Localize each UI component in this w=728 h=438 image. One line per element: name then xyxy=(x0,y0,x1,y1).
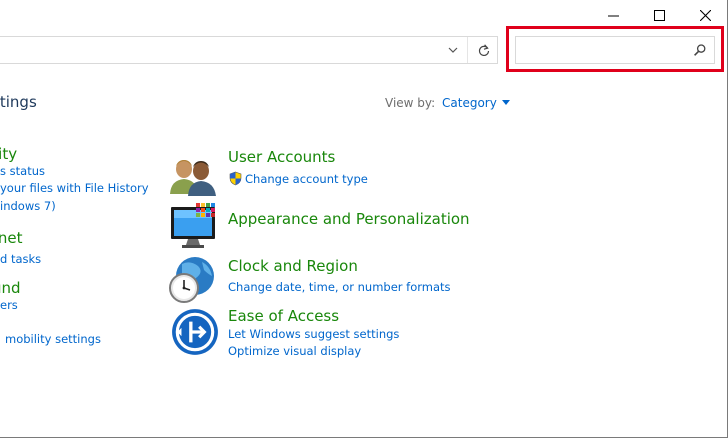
appearance-icon[interactable] xyxy=(170,202,220,252)
close-button[interactable] xyxy=(682,0,728,30)
address-divider xyxy=(467,37,468,63)
chevron-down-icon xyxy=(448,47,458,53)
title-bar xyxy=(0,0,727,30)
user-accounts-heading[interactable]: User Accounts xyxy=(228,148,335,166)
clock-region-heading[interactable]: Clock and Region xyxy=(228,257,358,275)
address-bar[interactable] xyxy=(0,36,498,64)
optimize-visual-display-link[interactable]: Optimize visual display xyxy=(228,344,361,358)
view-by-dropdown[interactable]: Category xyxy=(442,96,510,110)
close-icon xyxy=(699,9,711,21)
change-date-time-formats-link[interactable]: Change date, time, or number formats xyxy=(228,280,451,294)
address-dropdown-button[interactable] xyxy=(441,37,465,63)
clock-region-icon[interactable] xyxy=(168,255,218,305)
maximize-button[interactable] xyxy=(636,0,682,30)
mobility-settings-link[interactable]: mobility settings xyxy=(5,332,101,346)
minimize-icon xyxy=(607,15,619,16)
page-title: ttings xyxy=(0,93,37,111)
uac-shield-icon xyxy=(229,171,242,186)
view-by-label: View by: xyxy=(385,96,436,110)
backup-restore-link[interactable]: indows 7) xyxy=(0,199,56,213)
change-account-type-label: Change account type xyxy=(245,172,368,186)
control-panel-window: ttings View by: Category rity s status y… xyxy=(0,0,728,438)
devices-printers-link[interactable]: ers xyxy=(0,298,18,312)
minimize-button[interactable] xyxy=(590,0,636,30)
review-status-link[interactable]: s status xyxy=(0,164,45,178)
view-by-value: Category xyxy=(442,96,497,110)
change-account-type-link[interactable]: Change account type xyxy=(228,171,368,186)
search-input[interactable] xyxy=(516,37,686,63)
search-icon[interactable] xyxy=(693,43,707,57)
network-internet-heading[interactable]: rnet xyxy=(0,229,23,247)
maximize-icon xyxy=(653,9,665,21)
let-windows-suggest-link[interactable]: Let Windows suggest settings xyxy=(228,327,399,341)
user-accounts-icon[interactable] xyxy=(168,150,218,200)
caret-down-icon xyxy=(501,99,510,105)
search-box[interactable] xyxy=(515,36,715,64)
refresh-icon xyxy=(478,43,490,56)
system-security-heading[interactable]: rity xyxy=(0,145,17,163)
hardware-sound-heading[interactable]: und xyxy=(0,279,21,297)
navigation-row xyxy=(0,34,727,66)
ease-of-access-icon[interactable] xyxy=(170,307,220,357)
ease-of-access-heading[interactable]: Ease of Access xyxy=(228,307,339,325)
network-tasks-link[interactable]: d tasks xyxy=(0,252,41,266)
file-history-link[interactable]: your files with File History xyxy=(0,181,149,195)
refresh-button[interactable] xyxy=(470,37,498,63)
appearance-heading[interactable]: Appearance and Personalization xyxy=(228,210,470,228)
